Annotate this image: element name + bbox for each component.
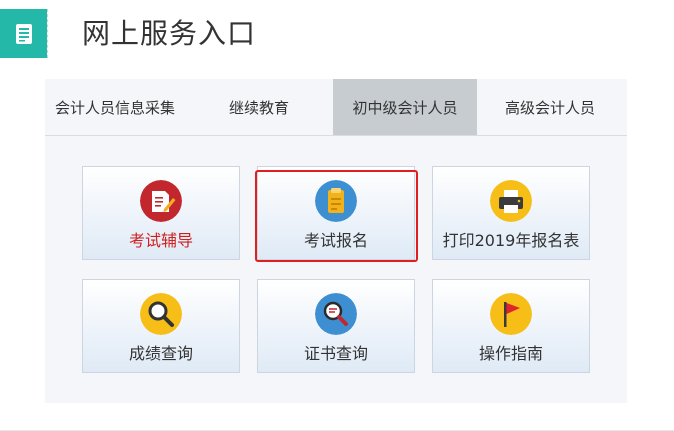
tab-label: 高级会计人员 bbox=[504, 98, 595, 117]
tab-label: 会计人员信息采集 bbox=[54, 98, 175, 117]
tile-label: 考试报名 bbox=[303, 231, 368, 250]
certificate-inquiry-tile[interactable]: 证书查询 bbox=[257, 279, 415, 373]
exam-registration-tile[interactable]: 考试报名 bbox=[257, 166, 415, 260]
flag-icon bbox=[490, 293, 532, 335]
certificate-search-icon bbox=[315, 293, 357, 335]
tab-junior-intermediate-accountants[interactable]: 初中级会计人员 bbox=[333, 79, 477, 135]
page-title: 网上服务入口 bbox=[82, 17, 257, 50]
score-inquiry-tile[interactable]: 成绩查询 bbox=[82, 279, 240, 373]
tile-label: 证书查询 bbox=[303, 344, 368, 363]
exam-tutoring-tile[interactable]: 考试辅导 bbox=[82, 166, 240, 260]
magnifier-icon bbox=[140, 293, 182, 335]
tab-continuing-education[interactable]: 继续教育 bbox=[185, 79, 333, 135]
tile-label: 操作指南 bbox=[478, 344, 543, 363]
print-registration-form-tile[interactable]: 打印2019年报名表 bbox=[432, 166, 590, 260]
tab-label: 初中级会计人员 bbox=[352, 98, 458, 117]
printer-icon bbox=[490, 180, 532, 222]
tile-label: 成绩查询 bbox=[128, 344, 193, 363]
tile-label: 打印2019年报名表 bbox=[442, 231, 580, 250]
document-icon bbox=[15, 23, 32, 44]
operation-guide-tile[interactable]: 操作指南 bbox=[432, 279, 590, 373]
tab-bar: 会计人员信息采集 继续教育 初中级会计人员 高级会计人员 bbox=[45, 79, 627, 136]
header-icon-box bbox=[0, 9, 48, 58]
registration-clipboard-icon bbox=[315, 180, 357, 222]
edit-document-icon bbox=[140, 180, 182, 222]
tab-senior-accountants[interactable]: 高级会计人员 bbox=[477, 79, 623, 135]
tile-label: 考试辅导 bbox=[128, 231, 193, 250]
tab-accounting-info-collection[interactable]: 会计人员信息采集 bbox=[45, 79, 185, 135]
tab-label: 继续教育 bbox=[228, 98, 289, 117]
